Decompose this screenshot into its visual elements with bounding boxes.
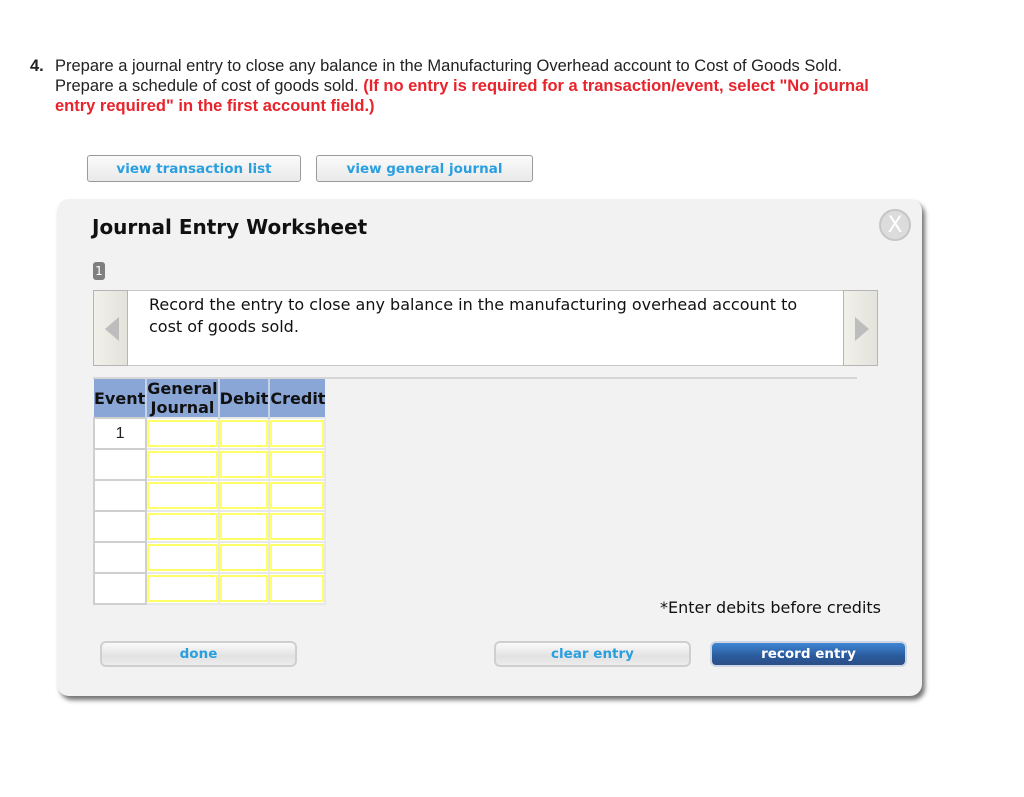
event-cell: 1: [92, 417, 148, 450]
description-text: Record the entry to close any balance in…: [149, 295, 798, 336]
table-row: [92, 572, 327, 605]
chevron-right-icon: [855, 317, 869, 341]
account-input[interactable]: [147, 544, 218, 571]
view-transaction-list-button[interactable]: view transaction list: [87, 155, 301, 182]
question-body: Prepare a journal entry to close any bal…: [55, 56, 895, 116]
debits-before-credits-note: *Enter debits before credits: [660, 598, 881, 617]
account-input[interactable]: [147, 482, 218, 509]
debit-input[interactable]: [219, 482, 269, 509]
debit-input[interactable]: [219, 420, 269, 447]
event-cell: [92, 572, 148, 605]
table-row: 1: [92, 417, 327, 450]
previous-button[interactable]: [93, 290, 128, 366]
credit-input[interactable]: [270, 575, 325, 602]
journal-table: Event General Journal Debit Credit 1: [92, 379, 327, 605]
event-cell: [92, 448, 148, 481]
event-cell: [92, 510, 148, 543]
description-box: Record the entry to close any balance in…: [93, 290, 878, 366]
next-button[interactable]: [843, 290, 878, 366]
column-header-event: Event: [94, 379, 148, 418]
table-row: [92, 448, 327, 481]
account-input[interactable]: [147, 451, 218, 478]
done-button[interactable]: done: [100, 641, 297, 667]
account-input[interactable]: [147, 513, 218, 540]
credit-input[interactable]: [270, 513, 325, 540]
clear-entry-button[interactable]: clear entry: [494, 641, 691, 667]
column-header-credit: Credit: [269, 379, 326, 418]
debit-input[interactable]: [219, 513, 269, 540]
table-row: [92, 510, 327, 543]
column-header-general-journal: General Journal: [146, 379, 220, 418]
credit-input[interactable]: [270, 544, 325, 571]
account-input[interactable]: [147, 420, 218, 447]
credit-input[interactable]: [270, 420, 325, 447]
table-row: [92, 479, 327, 512]
question-number: 4.: [30, 57, 44, 75]
panel-title: Journal Entry Worksheet: [92, 215, 368, 239]
close-icon[interactable]: X: [879, 209, 911, 241]
credit-input[interactable]: [270, 482, 325, 509]
table-header-row: Event General Journal Debit Credit: [94, 379, 326, 418]
debit-input[interactable]: [219, 451, 269, 478]
question: 4. Prepare a journal entry to close any …: [30, 56, 890, 115]
credit-input[interactable]: [270, 451, 325, 478]
column-header-debit: Debit: [218, 379, 271, 418]
event-cell: [92, 541, 148, 574]
journal-entry-worksheet-panel: Journal Entry Worksheet X 1 Record the e…: [57, 199, 922, 696]
view-general-journal-button[interactable]: view general journal: [316, 155, 533, 182]
event-cell: [92, 479, 148, 512]
step-badge[interactable]: 1: [93, 262, 105, 280]
debit-input[interactable]: [219, 575, 269, 602]
debit-input[interactable]: [219, 544, 269, 571]
table-row: [92, 541, 327, 574]
chevron-left-icon: [105, 317, 119, 341]
record-entry-button[interactable]: record entry: [710, 641, 907, 667]
account-input[interactable]: [147, 575, 218, 602]
